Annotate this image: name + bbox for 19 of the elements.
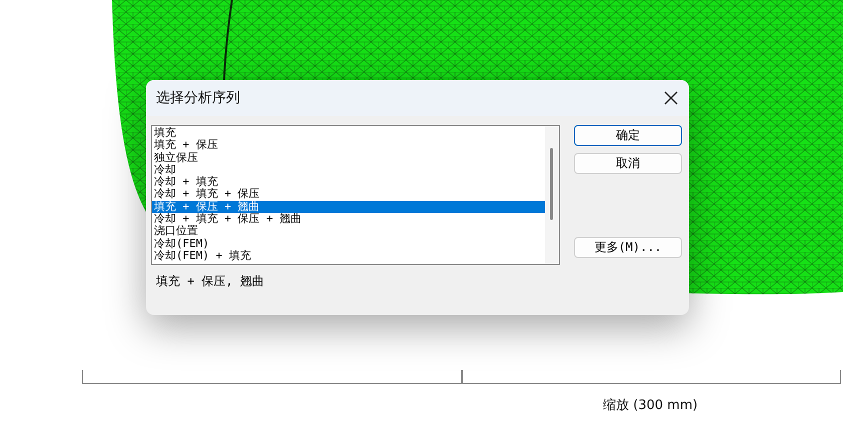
list-item[interactable]: 填充 + 保压: [152, 139, 545, 152]
scrollbar[interactable]: [545, 126, 559, 264]
list-item[interactable]: 冷却 + 填充 + 保压 + 翘曲: [152, 213, 545, 226]
list-item[interactable]: 填充 + 保压 + 翘曲: [152, 200, 545, 214]
list-item[interactable]: 冷却(FEM): [152, 238, 545, 250]
scale-label: 缩放 (300 mm): [603, 397, 698, 414]
close-icon[interactable]: [663, 90, 679, 106]
list-item[interactable]: 冷却 + 填充: [152, 176, 545, 188]
list-item[interactable]: 独立保压: [152, 152, 545, 164]
list-item[interactable]: 冷却: [152, 164, 545, 176]
dialog-button[interactable]: 确定: [574, 125, 682, 146]
list-item[interactable]: 填充: [152, 127, 545, 140]
list-item[interactable]: 冷却(FEM) + 填充: [152, 250, 545, 262]
list-item[interactable]: 浇口位置: [152, 225, 545, 238]
list-item[interactable]: 冷却 + 填充 + 保压: [152, 188, 545, 201]
dialog-button[interactable]: 取消: [574, 153, 682, 174]
dialog-title: 选择分析序列: [156, 89, 240, 107]
dialog-button[interactable]: 更多(M)...: [574, 237, 682, 258]
sequence-description: 填充 + 保压, 翘曲: [155, 273, 266, 290]
